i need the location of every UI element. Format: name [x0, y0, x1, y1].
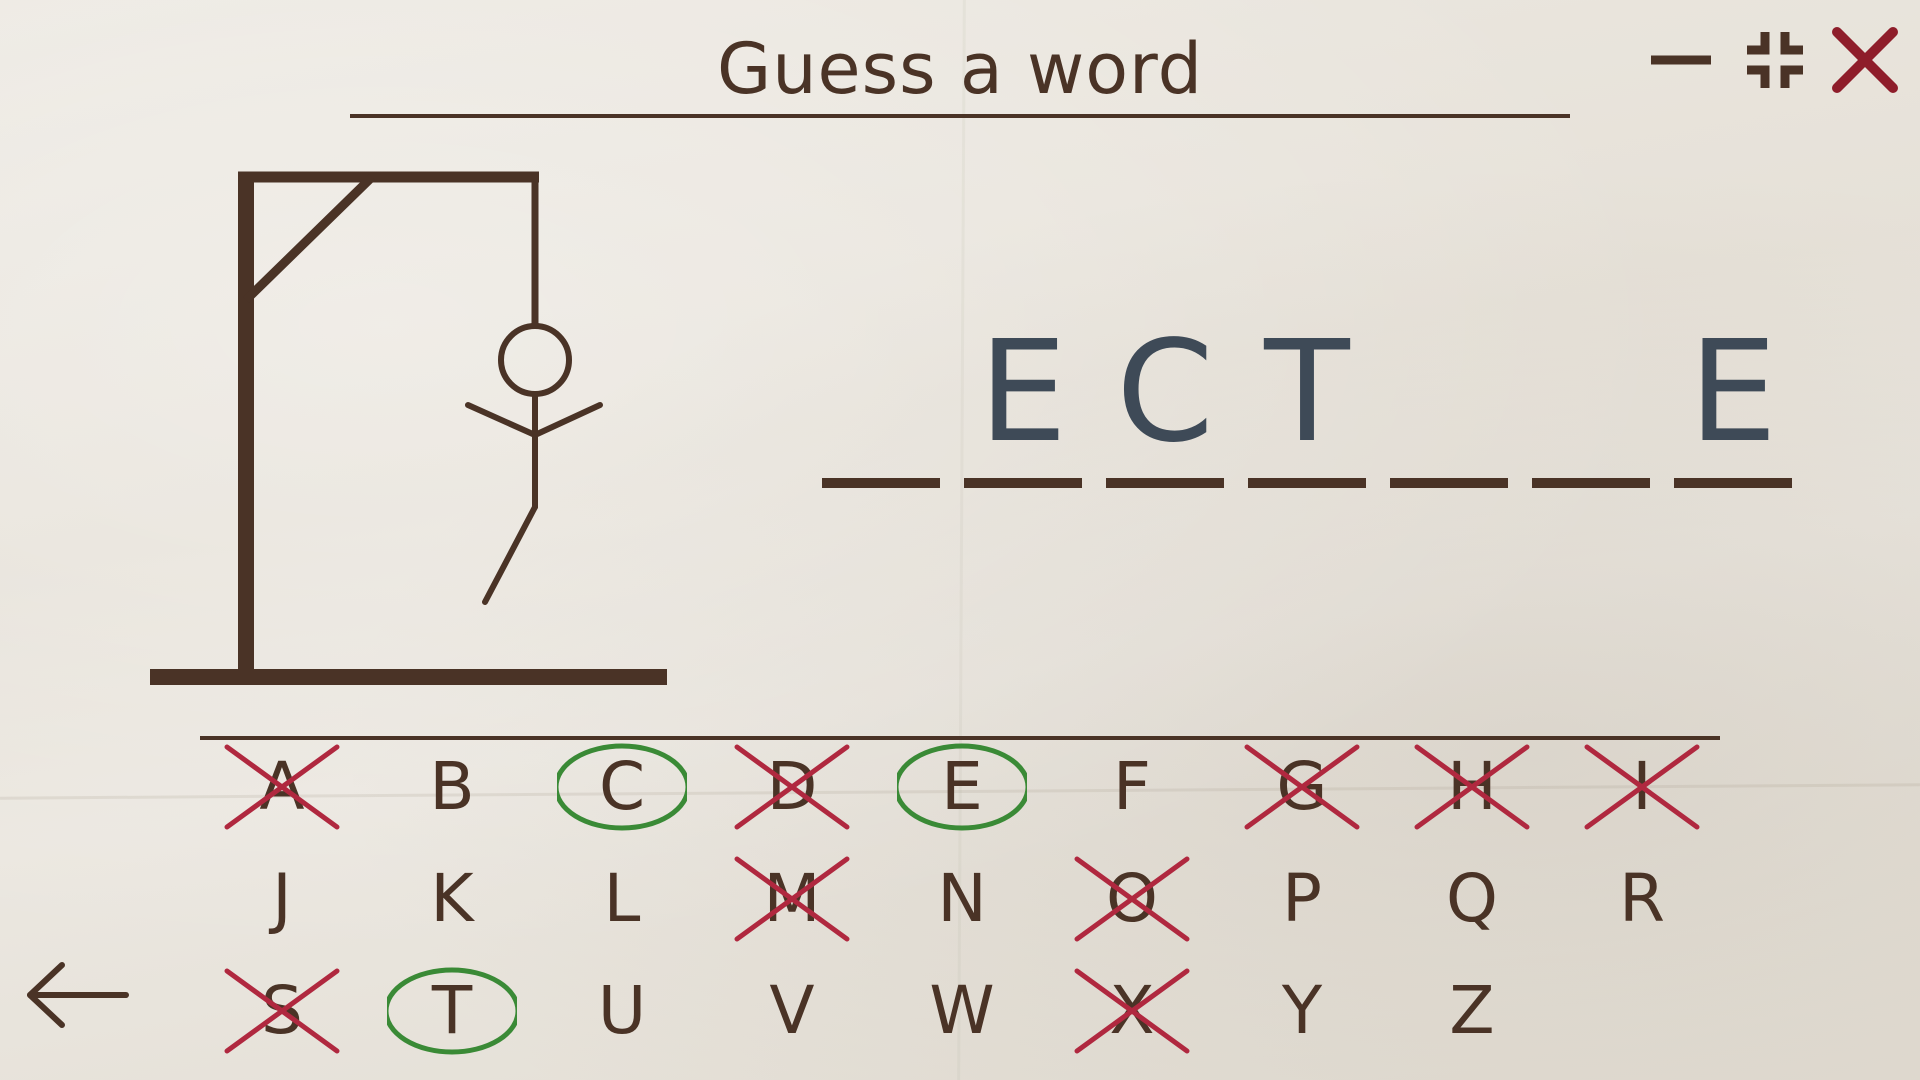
key-label: Q [1446, 860, 1498, 937]
word-letter-4: T [1264, 311, 1350, 474]
arrow-left-icon [27, 962, 129, 1028]
key-v[interactable]: V [727, 963, 857, 1059]
key-label: E [941, 748, 983, 825]
word-letter-2: E [978, 311, 1068, 474]
exit-fullscreen-button[interactable] [1735, 20, 1815, 100]
back-button[interactable] [22, 955, 132, 1035]
key-j[interactable]: J [217, 851, 347, 947]
word-slot-underline [822, 478, 940, 488]
key-label: L [603, 860, 641, 937]
key-label: G [1276, 748, 1328, 825]
minimize-icon [1651, 55, 1711, 65]
key-label: T [431, 972, 473, 1049]
close-button[interactable] [1825, 20, 1905, 100]
key-h[interactable]: H [1407, 739, 1537, 835]
key-label: X [1109, 972, 1155, 1049]
page-title: Guess a word [716, 28, 1204, 110]
figure-head [498, 323, 572, 397]
key-r[interactable]: R [1577, 851, 1707, 947]
key-q[interactable]: Q [1407, 851, 1537, 947]
key-d[interactable]: D [727, 739, 857, 835]
key-label: D [766, 748, 818, 825]
key-s[interactable]: S [217, 963, 347, 1059]
key-w[interactable]: W [897, 963, 1027, 1059]
key-o[interactable]: O [1067, 851, 1197, 947]
key-p[interactable]: P [1237, 851, 1367, 947]
key-z[interactable]: Z [1407, 963, 1537, 1059]
key-label: U [597, 972, 647, 1049]
word-slot-underline [1674, 478, 1792, 488]
key-label: H [1447, 748, 1497, 825]
key-x[interactable]: X [1067, 963, 1197, 1059]
key-label: P [1282, 860, 1322, 937]
key-label: B [429, 748, 475, 825]
title-underline [350, 114, 1570, 118]
word-letter-7: E [1688, 311, 1778, 474]
key-g[interactable]: G [1237, 739, 1367, 835]
key-label: V [769, 972, 815, 1049]
key-m[interactable]: M [727, 851, 857, 947]
key-c[interactable]: C [557, 739, 687, 835]
key-label: J [272, 860, 292, 937]
key-t[interactable]: T [387, 963, 517, 1059]
word-slot-underline [1248, 478, 1366, 488]
word-slot-underline [964, 478, 1082, 488]
key-label: K [430, 860, 474, 937]
exit-fullscreen-icon [1747, 32, 1803, 88]
key-label: W [929, 972, 995, 1049]
key-a[interactable]: A [217, 739, 347, 835]
key-label: A [259, 748, 305, 825]
key-label: C [598, 748, 646, 825]
key-label: R [1619, 860, 1665, 937]
hangman-drawing [150, 171, 667, 685]
key-label: M [763, 860, 821, 937]
key-label: S [261, 972, 303, 1049]
word-slot-underline [1106, 478, 1224, 488]
key-y[interactable]: Y [1237, 963, 1367, 1059]
key-k[interactable]: K [387, 851, 517, 947]
figure-left-leg [482, 504, 538, 605]
key-f[interactable]: F [1067, 739, 1197, 835]
key-label: O [1106, 860, 1158, 937]
close-icon [1832, 27, 1898, 93]
key-label: F [1113, 748, 1151, 825]
key-i[interactable]: I [1577, 739, 1707, 835]
key-label: N [937, 860, 987, 937]
key-b[interactable]: B [387, 739, 517, 835]
key-label: Z [1449, 972, 1495, 1049]
word-slot-underline [1532, 478, 1650, 488]
gallows-brace [242, 173, 376, 304]
word-letter-3: C [1116, 311, 1214, 474]
key-e[interactable]: E [897, 739, 1027, 835]
key-label: I [1632, 748, 1652, 825]
minimize-button[interactable] [1645, 20, 1725, 100]
figure-right-arm [532, 402, 603, 438]
key-u[interactable]: U [557, 963, 687, 1059]
key-n[interactable]: N [897, 851, 1027, 947]
key-l[interactable]: L [557, 851, 687, 947]
key-label: Y [1281, 972, 1323, 1049]
figure-left-arm [465, 402, 538, 438]
word-slot-underline [1390, 478, 1508, 488]
